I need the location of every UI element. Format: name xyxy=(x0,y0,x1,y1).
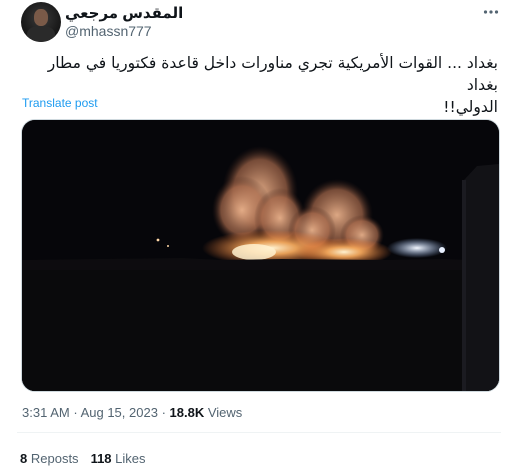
display-name[interactable]: المقدس مرجعي xyxy=(65,4,183,22)
engagement-stats: 8 Reposts 118 Likes xyxy=(20,451,146,466)
reposts-label: Reposts xyxy=(30,451,79,466)
tweet-date[interactable]: Aug 15, 2023 xyxy=(81,405,158,420)
media-video[interactable] xyxy=(21,119,500,392)
likes-stat[interactable]: 118 Likes xyxy=(91,451,146,466)
divider xyxy=(17,432,501,433)
user-handle[interactable]: @mhassn777 xyxy=(65,23,152,39)
translate-post-link[interactable]: Translate post xyxy=(22,96,98,110)
avatar[interactable] xyxy=(21,2,61,42)
avatar-face xyxy=(34,9,48,26)
reposts-stat[interactable]: 8 Reposts xyxy=(20,451,79,466)
tweet-time[interactable]: 3:31 AM xyxy=(22,405,70,420)
tweet-meta: 3:31 AM · Aug 15, 2023 · 18.8K Views xyxy=(22,405,242,420)
likes-count: 118 xyxy=(90,451,112,466)
meta-separator: · xyxy=(161,405,166,420)
video-frame xyxy=(22,120,499,391)
reposts-count: 8 xyxy=(20,451,28,466)
views-count: 18.8K xyxy=(169,405,205,420)
likes-label: Likes xyxy=(115,451,146,466)
tweet-card: المقدس مرجعي @mhassn777 بغداد ... القوات… xyxy=(0,0,512,470)
views-label: Views xyxy=(207,405,243,420)
avatar-body xyxy=(27,26,55,42)
tweet-text-line: بغداد ... القوات الأمريكية تجري مناورات … xyxy=(47,54,498,94)
more-icon[interactable] xyxy=(481,2,501,22)
meta-separator: · xyxy=(73,405,78,420)
